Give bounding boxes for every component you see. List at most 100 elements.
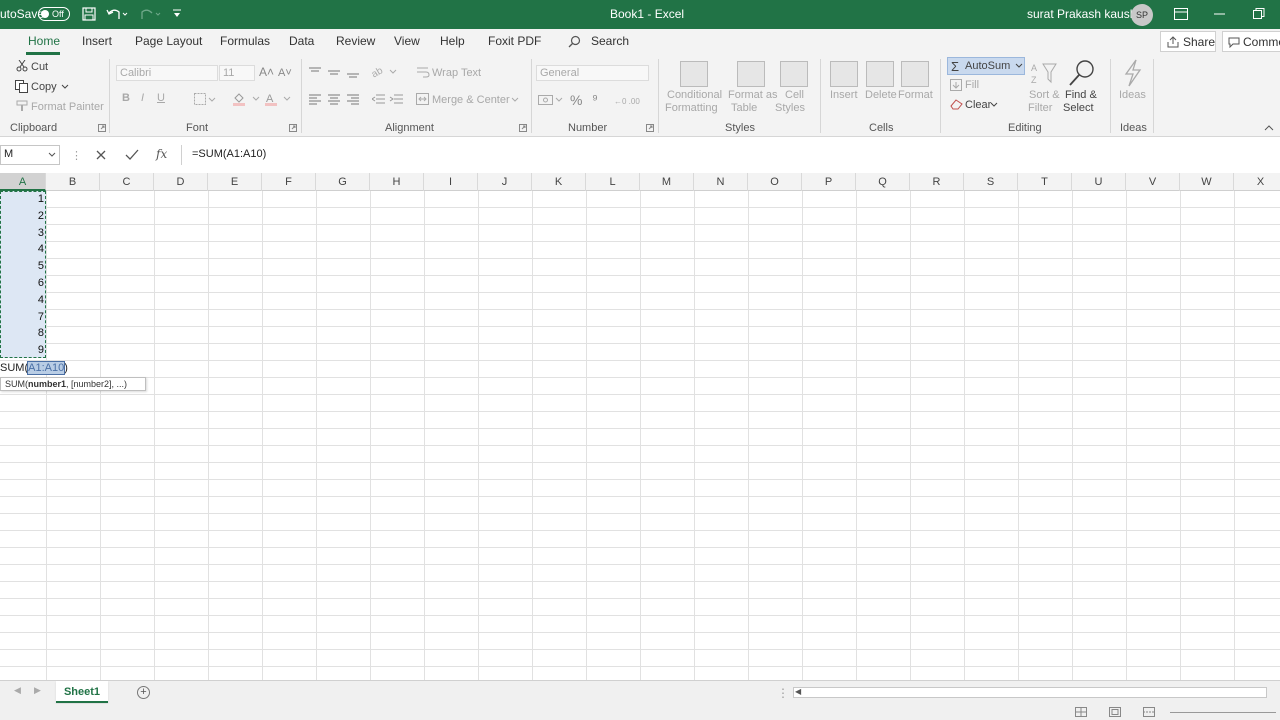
number-format-select[interactable]: General <box>536 65 649 81</box>
cell-a6[interactable]: 6 <box>0 275 44 292</box>
minimize-icon[interactable] <box>1214 13 1226 15</box>
borders-icon[interactable] <box>194 93 216 105</box>
ideas-icon[interactable] <box>1122 59 1144 87</box>
customize-toolbar-icon[interactable] <box>172 8 182 20</box>
merge-center-button[interactable]: Merge & Center <box>432 94 510 106</box>
clipboard-launcher-icon[interactable] <box>98 124 106 132</box>
increase-font-icon[interactable]: A˄ <box>259 65 274 79</box>
insert-function-icon[interactable]: fx <box>156 147 167 161</box>
column-header-o[interactable]: O <box>748 173 802 191</box>
find-select-label-2[interactable]: Select <box>1063 102 1094 114</box>
tab-help[interactable]: Help <box>440 34 465 48</box>
column-header-t[interactable]: T <box>1018 173 1072 191</box>
scroll-left-icon[interactable]: ◀ <box>795 687 801 696</box>
bold-button[interactable]: B <box>122 92 130 104</box>
column-header-j[interactable]: J <box>478 173 532 191</box>
formula-input[interactable]: =SUM(A1:A10) <box>181 145 1280 165</box>
font-name-select[interactable]: Calibri <box>116 65 218 81</box>
column-header-i[interactable]: I <box>424 173 478 191</box>
cell-a1[interactable]: 1 <box>0 191 44 208</box>
column-header-w[interactable]: W <box>1180 173 1234 191</box>
cell-a4[interactable]: 4 <box>0 241 44 258</box>
column-header-b[interactable]: B <box>46 173 100 191</box>
column-header-s[interactable]: S <box>964 173 1018 191</box>
column-header-a[interactable]: A <box>0 173 46 191</box>
wrap-text-button[interactable]: Wrap Text <box>432 67 481 79</box>
format-cells-button[interactable]: Format <box>898 89 933 101</box>
format-cells-icon[interactable] <box>901 61 929 87</box>
percent-icon[interactable]: % <box>570 92 582 108</box>
clear-dropdown-icon[interactable] <box>990 102 998 108</box>
tell-me-search[interactable]: Search <box>591 34 629 48</box>
collapse-ribbon-icon[interactable] <box>1264 124 1274 131</box>
restore-icon[interactable] <box>1253 8 1265 20</box>
delete-cells-icon[interactable] <box>866 61 894 87</box>
copy-button[interactable]: Copy <box>31 81 57 93</box>
italic-button[interactable]: I <box>141 92 144 104</box>
cell-styles-label[interactable]: Cell <box>785 89 804 101</box>
page-layout-view-icon[interactable] <box>1109 707 1121 717</box>
autosum-button[interactable]: Σ AutoSum <box>947 57 1025 75</box>
add-sheet-icon[interactable]: + <box>137 686 150 699</box>
cell-a8[interactable]: 7 <box>0 309 44 326</box>
share-button[interactable]: Share <box>1160 31 1216 52</box>
cancel-entry-icon[interactable] <box>95 149 107 161</box>
tab-data[interactable]: Data <box>289 34 314 48</box>
function-tooltip[interactable]: SUM(number1, [number2], ...) <box>0 377 146 391</box>
zoom-slider[interactable] <box>1170 712 1276 713</box>
cell-styles-icon[interactable] <box>780 61 808 87</box>
column-header-n[interactable]: N <box>694 173 748 191</box>
insert-cells-icon[interactable] <box>830 61 858 87</box>
fill-button[interactable]: Fill <box>965 79 979 91</box>
autosum-dropdown-icon[interactable] <box>1015 63 1023 69</box>
indent-icons[interactable] <box>372 94 406 106</box>
tab-insert[interactable]: Insert <box>82 34 112 48</box>
sort-filter-label[interactable]: Sort & <box>1029 89 1060 101</box>
column-header-f[interactable]: F <box>262 173 316 191</box>
cell-a3[interactable]: 3 <box>0 225 44 242</box>
format-as-table-icon[interactable] <box>737 61 765 87</box>
copy-dropdown-icon[interactable] <box>61 84 69 90</box>
horizontal-scrollbar[interactable]: ◀ <box>793 687 1267 698</box>
conditional-formatting-label-2[interactable]: Formatting <box>665 102 718 114</box>
active-cell-editor[interactable]: SUM(A1:A10) <box>0 360 68 376</box>
comments-button[interactable]: Comme <box>1222 31 1280 52</box>
tab-page-layout[interactable]: Page Layout <box>135 34 202 48</box>
orientation-icon[interactable]: ab <box>372 65 398 79</box>
number-launcher-icon[interactable] <box>646 124 654 132</box>
column-header-r[interactable]: R <box>910 173 964 191</box>
tab-split-grip[interactable]: ⋮ <box>777 686 789 700</box>
tab-home[interactable]: Home <box>28 34 60 48</box>
column-header-q[interactable]: Q <box>856 173 910 191</box>
cell-a10[interactable]: 9 <box>0 342 44 359</box>
confirm-entry-icon[interactable] <box>125 149 139 161</box>
cell-a5[interactable]: 5 <box>0 258 44 275</box>
decimal-icons[interactable]: ←0 .00 <box>614 94 654 106</box>
conditional-formatting-icon[interactable] <box>680 61 708 87</box>
column-header-h[interactable]: H <box>370 173 424 191</box>
vertical-align-icons[interactable] <box>309 67 365 79</box>
clear-button[interactable]: Clear <box>965 99 991 111</box>
cell-a7[interactable]: 4 <box>0 292 44 309</box>
underline-button[interactable]: U <box>157 92 165 104</box>
tab-scroll-left-icon[interactable]: ◀ <box>14 685 21 696</box>
sheet-tab-sheet1[interactable]: Sheet1 <box>56 681 108 703</box>
insert-cells-button[interactable]: Insert <box>830 89 858 101</box>
delete-cells-button[interactable]: Delete <box>865 89 897 101</box>
cut-button[interactable]: Cut <box>31 61 48 73</box>
undo-icon[interactable] <box>106 7 128 21</box>
column-header-x[interactable]: X <box>1234 173 1280 191</box>
cell-a9[interactable]: 8 <box>0 325 44 342</box>
sort-filter-label-2[interactable]: Filter <box>1028 102 1052 114</box>
column-header-k[interactable]: K <box>532 173 586 191</box>
column-header-v[interactable]: V <box>1126 173 1180 191</box>
find-select-label[interactable]: Find & <box>1065 89 1097 101</box>
horizontal-align-icons[interactable] <box>309 94 365 106</box>
sort-filter-icon[interactable]: AZ <box>1031 60 1057 86</box>
page-break-view-icon[interactable] <box>1143 707 1155 717</box>
conditional-formatting-label[interactable]: Conditional <box>667 89 722 101</box>
tab-view[interactable]: View <box>394 34 420 48</box>
column-header-c[interactable]: C <box>100 173 154 191</box>
normal-view-icon[interactable] <box>1075 707 1087 717</box>
alignment-launcher-icon[interactable] <box>519 124 527 132</box>
